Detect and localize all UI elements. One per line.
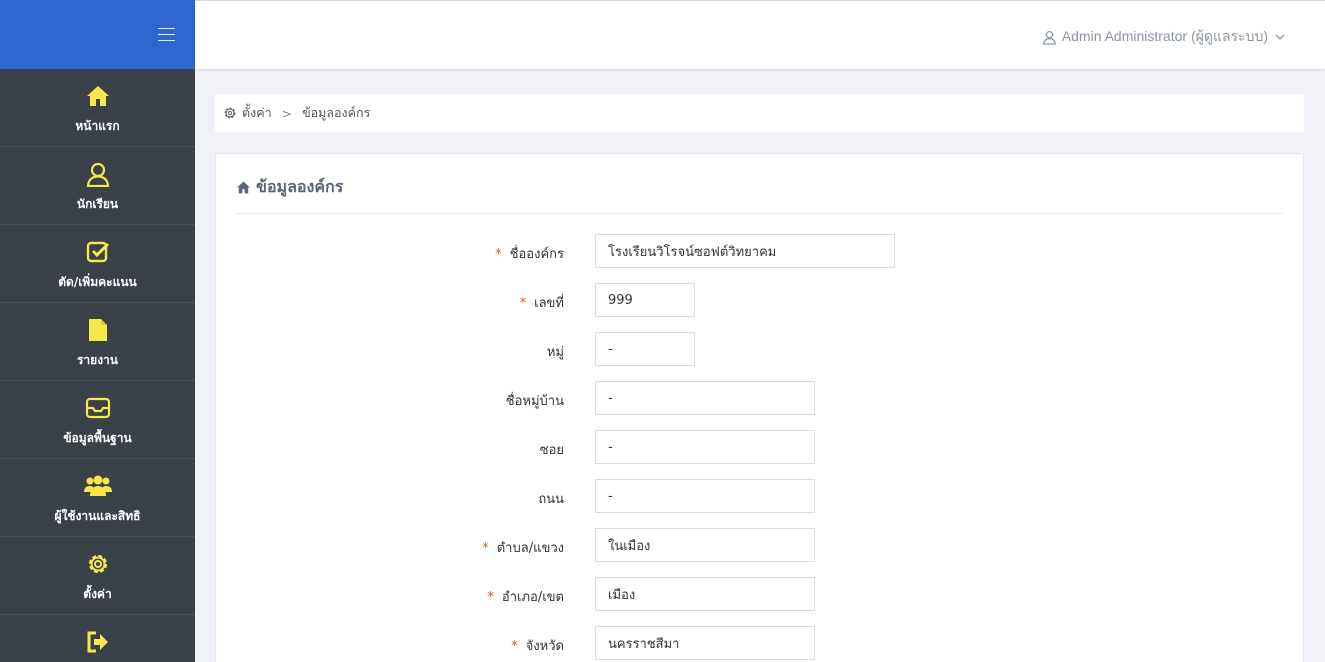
sidebar-item-settings[interactable]: ตั้งค่า [0, 537, 195, 615]
sidebar-item-scores[interactable]: ตัด/เพิ่มคะแนน [0, 225, 195, 303]
user-icon [1042, 30, 1056, 45]
file-icon [88, 317, 108, 343]
chevron-down-icon [1275, 34, 1285, 40]
field-label-text: อำเภอ/เขต [501, 590, 564, 605]
divider [236, 213, 1283, 214]
sign-out-icon [86, 629, 110, 655]
sidebar-item-basic-data[interactable]: ข้อมูลพื้นฐาน [0, 381, 195, 459]
gear-icon [224, 107, 236, 119]
required-marker: * [482, 541, 489, 556]
required-marker: * [519, 296, 527, 311]
required-marker: * [487, 590, 494, 605]
form-row-province: * จังหวัด [216, 626, 1303, 660]
sidebar-item-label: รายงาน [76, 353, 118, 367]
sidebar-item-users[interactable]: ผู้ใช้งานและสิทธิ [0, 459, 195, 537]
province-input[interactable] [595, 626, 815, 660]
village-input[interactable] [595, 381, 815, 415]
form-row-district: * อำเภอ/เขต [216, 577, 1303, 611]
required-marker: * [511, 639, 518, 654]
sidebar-item-label: ตัด/เพิ่มคะแนน [58, 275, 137, 289]
field-label: หมู่ [539, 341, 564, 362]
road-input[interactable] [595, 479, 815, 513]
menu-toggle-icon[interactable] [158, 28, 175, 42]
users-icon [83, 473, 112, 499]
home-icon [237, 181, 250, 194]
field-label-text: หมู่ [546, 345, 564, 360]
required-marker: * [495, 247, 502, 262]
check-square-icon [86, 239, 110, 265]
form-row-soi: ซอย [216, 430, 1303, 464]
field-label-text: ซอย [539, 443, 564, 458]
house-number-input[interactable] [595, 283, 695, 317]
field-label: * จังหวัด [511, 635, 564, 656]
sidebar-item-students[interactable]: นักเรียน [0, 147, 195, 225]
student-icon [85, 161, 111, 187]
sidebar: หน้าแรก นักเรียน ตัด/เพิ่มคะแนน รายงาน ข… [0, 69, 195, 662]
field-label: * ชื่อองค์กร [495, 243, 564, 264]
top-bar: Admin Administrator (ผู้ดูแลระบบ) [195, 0, 1325, 69]
sidebar-item-label: ผู้ใช้งานและสิทธิ [54, 509, 141, 523]
field-label: ชื่อหมู่บ้าน [498, 390, 564, 411]
sidebar-item-label: ข้อมูลพื้นฐาน [63, 431, 132, 445]
page-title-text: ข้อมูลองค์กร [256, 177, 344, 196]
form-row-subdistrict: * ตำบล/แขวง [216, 528, 1303, 562]
field-label: * เลขที่ [520, 292, 564, 313]
home-icon [86, 83, 110, 109]
chevron-right-icon: > [281, 105, 293, 121]
field-label: ถนน [530, 488, 564, 509]
user-name: Admin Administrator (ผู้ดูแลระบบ) [1061, 28, 1268, 44]
sidebar-item-label: หน้าแรก [75, 119, 120, 133]
breadcrumb: ตั้งค่า > ข้อมูลองค์กร [215, 94, 1304, 132]
sidebar-item-reports[interactable]: รายงาน [0, 303, 195, 381]
form-row-village: ชื่อหมู่บ้าน [216, 381, 1303, 415]
sidebar-item-home[interactable]: หน้าแรก [0, 69, 195, 147]
organization-panel: ข้อมูลองค์กร * ชื่อองค์กร * เลขที่ หมู่ ชื… [215, 153, 1304, 662]
field-label-text: จังหวัด [525, 639, 564, 654]
brand-bar [0, 0, 195, 69]
field-label-text: ถนน [538, 492, 564, 507]
form-row-org-name: * ชื่อองค์กร [216, 234, 1303, 268]
user-menu[interactable]: Admin Administrator (ผู้ดูแลระบบ) [1042, 26, 1287, 48]
gear-icon [85, 551, 111, 577]
breadcrumb-root-link[interactable]: ตั้งค่า [242, 103, 272, 123]
field-label-text: ตำบล/แขวง [496, 541, 564, 556]
sidebar-item-logout[interactable] [0, 615, 195, 662]
subdistrict-input[interactable] [595, 528, 815, 562]
moo-input[interactable] [595, 332, 695, 366]
field-label: * อำเภอ/เขต [487, 586, 564, 607]
breadcrumb-current: ข้อมูลองค์กร [302, 105, 371, 120]
inbox-icon [85, 395, 111, 421]
field-label-text: ชื่อองค์กร [509, 247, 564, 262]
org-name-input[interactable] [595, 234, 895, 268]
field-label-text: ชื่อหมู่บ้าน [505, 394, 564, 409]
form-row-house-number: * เลขที่ [216, 283, 1303, 317]
field-label: ซอย [532, 439, 564, 460]
field-label: * ตำบล/แขวง [482, 537, 564, 558]
district-input[interactable] [595, 577, 815, 611]
page-title: ข้อมูลองค์กร [236, 175, 343, 200]
field-label-text: เลขที่ [534, 296, 564, 311]
soi-input[interactable] [595, 430, 815, 464]
form-row-moo: หมู่ [216, 332, 1303, 366]
sidebar-item-label: นักเรียน [76, 197, 119, 211]
sidebar-item-label: ตั้งค่า [83, 587, 112, 601]
form-row-road: ถนน [216, 479, 1303, 513]
